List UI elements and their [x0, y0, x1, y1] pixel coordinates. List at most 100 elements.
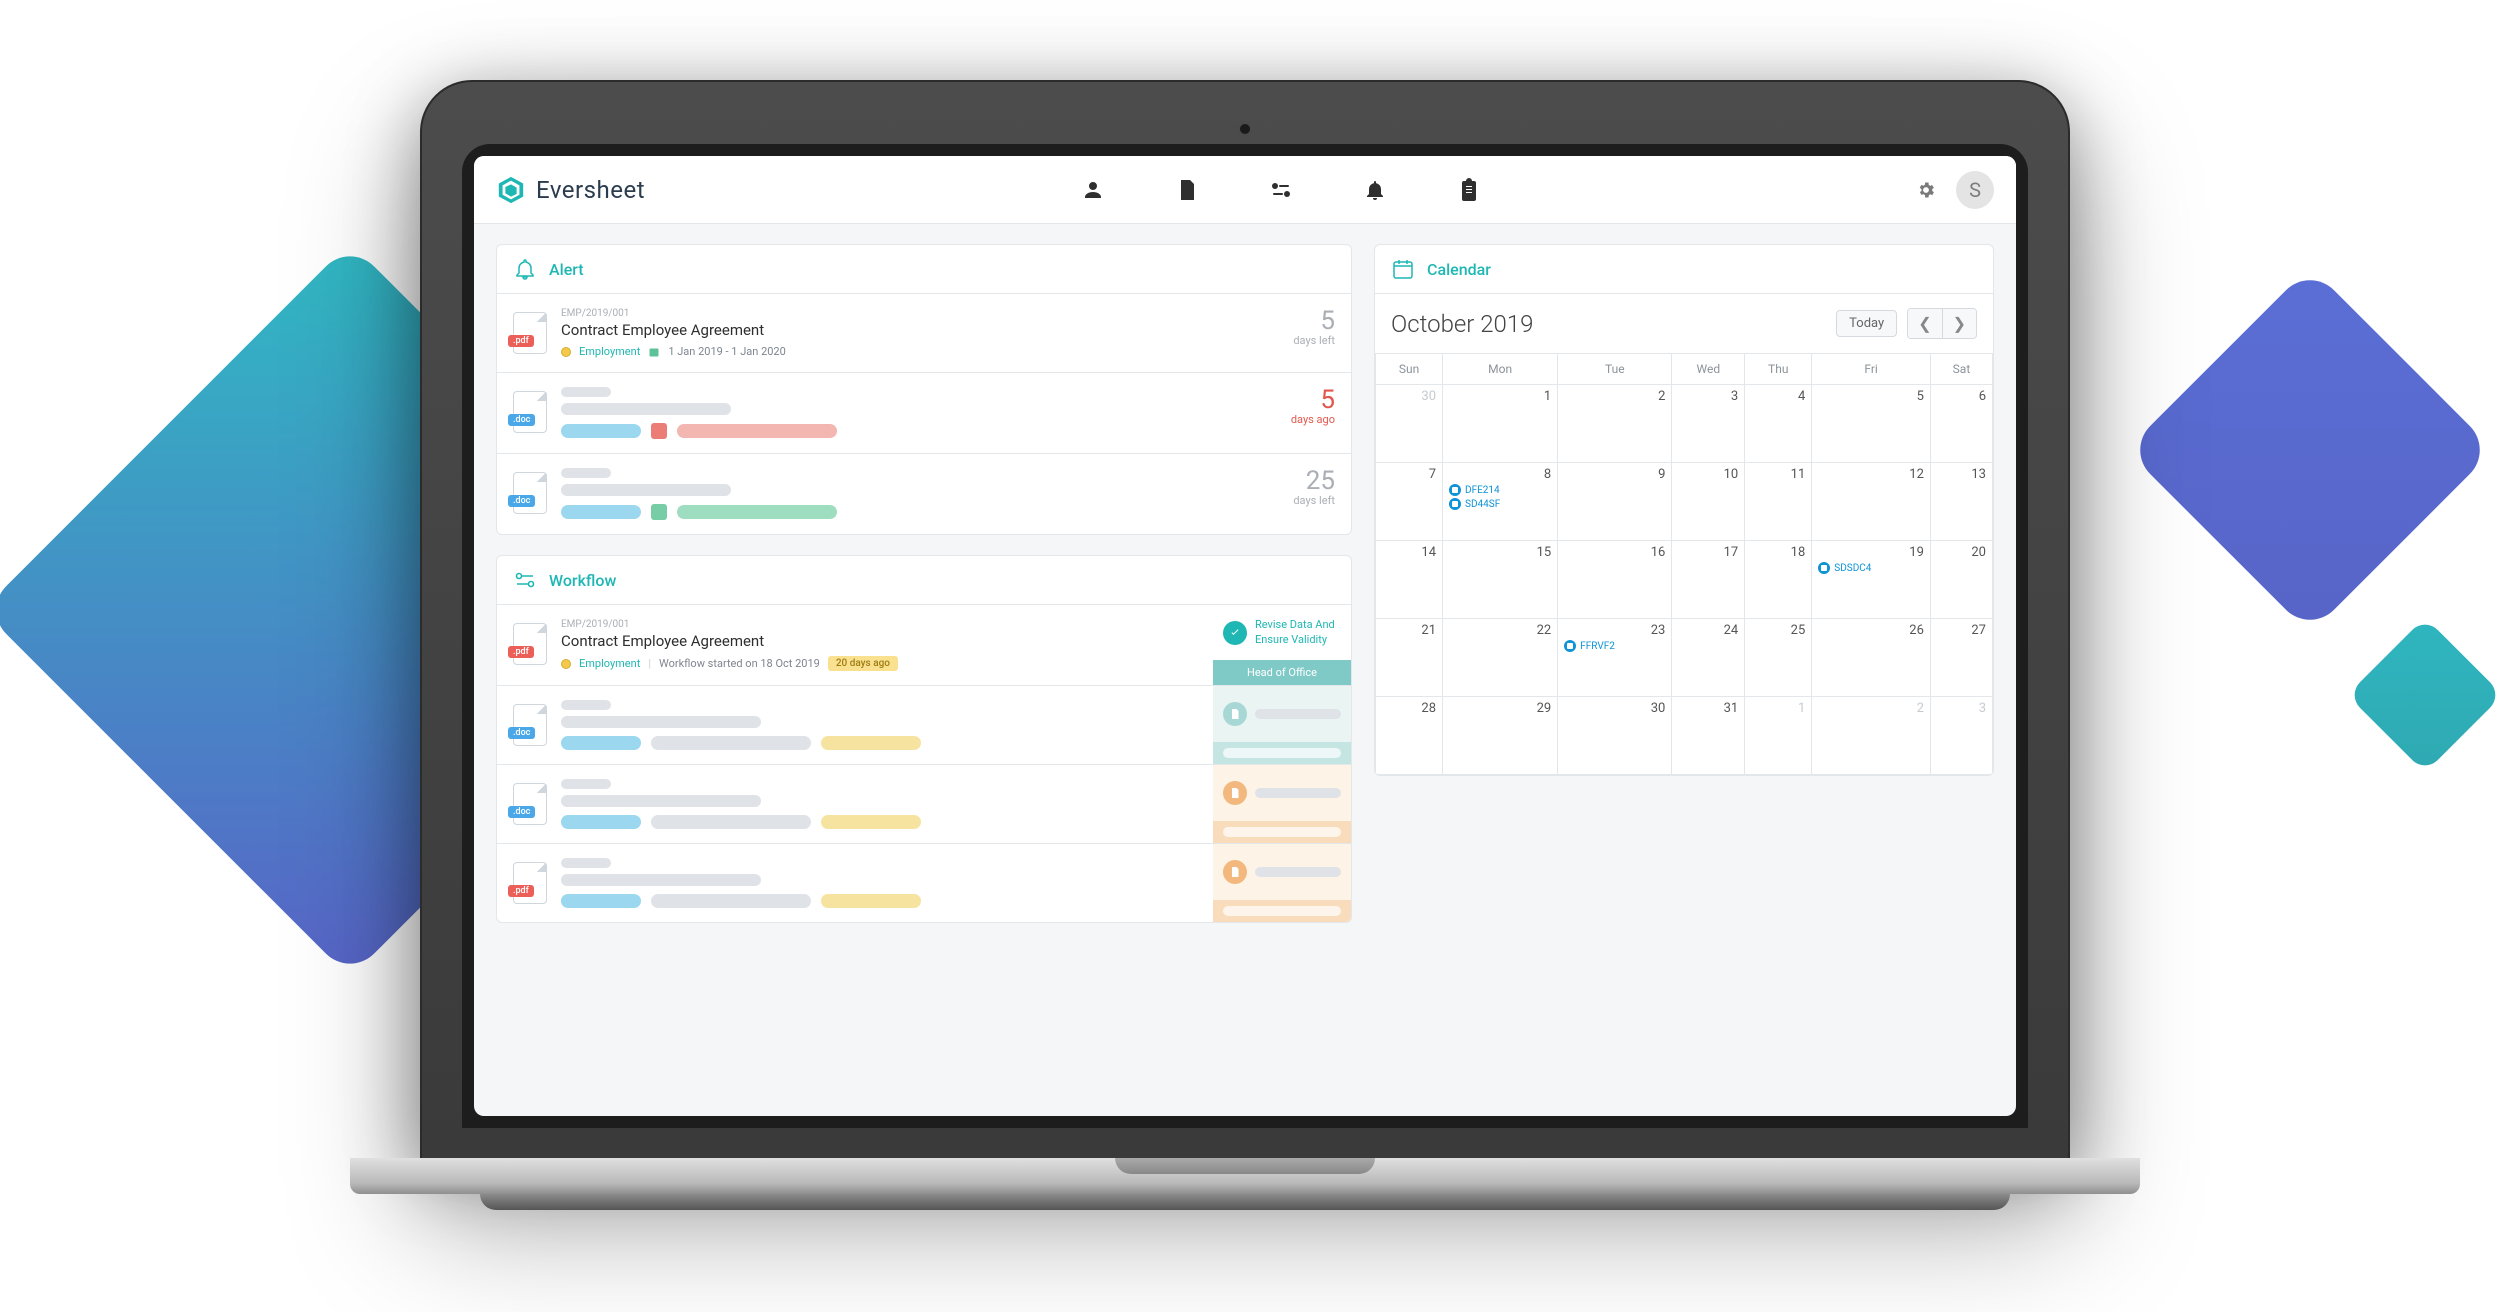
- calendar-day-cell[interactable]: 12: [1812, 463, 1931, 541]
- nav-bell-icon[interactable]: [1363, 178, 1387, 202]
- alert-days: 5days ago: [1291, 387, 1335, 426]
- calendar-weekday: Tue: [1558, 354, 1672, 385]
- calendar-day-cell[interactable]: 24: [1672, 619, 1745, 697]
- top-nav: [665, 178, 1896, 202]
- workflow-age-badge: 20 days ago: [828, 656, 898, 671]
- calendar-day-cell[interactable]: 7: [1376, 463, 1443, 541]
- workflow-item[interactable]: .pdf: [497, 844, 1351, 922]
- calendar-day-cell[interactable]: 31: [1672, 697, 1745, 775]
- calendar-day-cell[interactable]: 30: [1558, 697, 1672, 775]
- alert-category[interactable]: Employment: [579, 345, 640, 358]
- nav-document-icon[interactable]: [1175, 178, 1199, 202]
- calendar-day-cell[interactable]: 13: [1930, 463, 1992, 541]
- alert-item[interactable]: .doc 25days left: [497, 454, 1351, 534]
- calendar-day-cell[interactable]: 10: [1672, 463, 1745, 541]
- workflow-status-text: Revise Data And Ensure Validity: [1255, 618, 1341, 647]
- workflow-category[interactable]: Employment: [579, 657, 640, 670]
- event-dot-icon: [1564, 640, 1576, 652]
- calendar-day-cell[interactable]: 5: [1812, 385, 1931, 463]
- calendar-month-title: October 2019: [1391, 310, 1533, 338]
- calendar-day-cell[interactable]: 17: [1672, 541, 1745, 619]
- calendar-day-cell[interactable]: 11: [1745, 463, 1812, 541]
- workflow-status: [1213, 765, 1351, 843]
- calendar-panel: Calendar October 2019 Today ❮ ❯: [1374, 244, 1994, 776]
- alert-title[interactable]: Contract Employee Agreement: [561, 321, 1279, 339]
- calendar-day-cell[interactable]: 14: [1376, 541, 1443, 619]
- alert-ref: EMP/2019/001: [561, 308, 1279, 319]
- event-dot-icon: [1449, 484, 1461, 496]
- calendar-day-cell[interactable]: 25: [1745, 619, 1812, 697]
- calendar-day-cell[interactable]: 30: [1376, 385, 1443, 463]
- calendar-day-cell[interactable]: 8DFE214SD44SF: [1443, 463, 1558, 541]
- calendar-next-button[interactable]: ❯: [1942, 309, 1976, 338]
- file-icon: .doc: [513, 391, 547, 433]
- workflow-item[interactable]: .pdf EMP/2019/001 Contract Employee Agre…: [497, 605, 1351, 686]
- status-doc-icon: [1223, 860, 1247, 884]
- workflow-item[interactable]: .doc: [497, 686, 1351, 765]
- status-doc-icon: [1223, 702, 1247, 726]
- calendar-day-cell[interactable]: 22: [1443, 619, 1558, 697]
- camera-dot: [1238, 122, 1252, 136]
- calendar-event[interactable]: SD44SF: [1449, 498, 1551, 510]
- calendar-event[interactable]: FFRVF2: [1564, 640, 1665, 652]
- calendar-weekday: Wed: [1672, 354, 1745, 385]
- alert-item[interactable]: .pdf EMP/2019/001 Contract Employee Agre…: [497, 294, 1351, 373]
- status-check-icon: [1223, 621, 1247, 645]
- file-icon: .pdf: [513, 312, 547, 354]
- calendar-small-icon: [648, 346, 660, 358]
- workflow-started: Workflow started on 18 Oct 2019: [659, 657, 820, 670]
- event-dot-icon: [1818, 562, 1830, 574]
- workflow-title[interactable]: Contract Employee Agreement: [561, 632, 1197, 650]
- calendar-day-cell[interactable]: 4: [1745, 385, 1812, 463]
- alert-panel: Alert .pdf EMP/2019/001 Contract Employe…: [496, 244, 1352, 535]
- calendar-prev-button[interactable]: ❮: [1908, 309, 1941, 338]
- calendar-weekday: Sun: [1376, 354, 1443, 385]
- calendar-day-cell[interactable]: 2: [1812, 697, 1931, 775]
- calendar-day-cell[interactable]: 26: [1812, 619, 1931, 697]
- nav-workflow-icon[interactable]: [1269, 178, 1293, 202]
- avatar-initial: S: [1969, 178, 1981, 202]
- laptop-mockup: Eversheet S: [420, 80, 2070, 1210]
- calendar-day-cell[interactable]: 6: [1930, 385, 1992, 463]
- brand[interactable]: Eversheet: [496, 175, 645, 205]
- calendar-day-cell[interactable]: 27: [1930, 619, 1992, 697]
- calendar-day-cell[interactable]: 1: [1443, 385, 1558, 463]
- calendar-grid: SunMonTueWedThuFriSat 3012345678DFE214SD…: [1375, 353, 1993, 775]
- workflow-item[interactable]: .doc: [497, 765, 1351, 844]
- workflow-status: [1213, 844, 1351, 922]
- file-icon: .pdf: [513, 862, 547, 904]
- calendar-event[interactable]: SDSDC4: [1818, 562, 1924, 574]
- calendar-day-cell[interactable]: 16: [1558, 541, 1672, 619]
- alert-item[interactable]: .doc 5days ago: [497, 373, 1351, 454]
- deco-diamond-right-1: [2126, 266, 2494, 634]
- nav-person-icon[interactable]: [1081, 178, 1105, 202]
- calendar-day-cell[interactable]: 21: [1376, 619, 1443, 697]
- workflow-status: Revise Data And Ensure Validity Head of …: [1213, 605, 1351, 685]
- calendar-day-cell[interactable]: 20: [1930, 541, 1992, 619]
- app-header: Eversheet S: [474, 156, 2016, 224]
- alert-panel-title: Alert: [549, 260, 584, 279]
- brand-name: Eversheet: [536, 176, 645, 204]
- calendar-day-cell[interactable]: 23FFRVF2: [1558, 619, 1672, 697]
- calendar-day-cell[interactable]: 9: [1558, 463, 1672, 541]
- calendar-day-cell[interactable]: 15: [1443, 541, 1558, 619]
- calendar-weekday: Mon: [1443, 354, 1558, 385]
- settings-gear-icon[interactable]: [1916, 180, 1936, 200]
- calendar-day-cell[interactable]: 28: [1376, 697, 1443, 775]
- calendar-day-cell[interactable]: 2: [1558, 385, 1672, 463]
- calendar-day-cell[interactable]: 18: [1745, 541, 1812, 619]
- calendar-today-button[interactable]: Today: [1836, 310, 1897, 337]
- calendar-event[interactable]: DFE214: [1449, 484, 1551, 496]
- calendar-day-cell[interactable]: 3: [1672, 385, 1745, 463]
- calendar-day-cell[interactable]: 19SDSDC4: [1812, 541, 1931, 619]
- event-dot-icon: [1449, 498, 1461, 510]
- calendar-day-cell[interactable]: 3: [1930, 697, 1992, 775]
- calendar-day-cell[interactable]: 1: [1745, 697, 1812, 775]
- calendar-day-cell[interactable]: 29: [1443, 697, 1558, 775]
- user-avatar[interactable]: S: [1956, 171, 1994, 209]
- deco-diamond-right-2: [2347, 617, 2503, 773]
- workflow-panel-title: Workflow: [549, 571, 616, 590]
- workflow-status: [1213, 686, 1351, 764]
- brand-logo-icon: [496, 175, 526, 205]
- nav-clipboard-icon[interactable]: [1457, 178, 1481, 202]
